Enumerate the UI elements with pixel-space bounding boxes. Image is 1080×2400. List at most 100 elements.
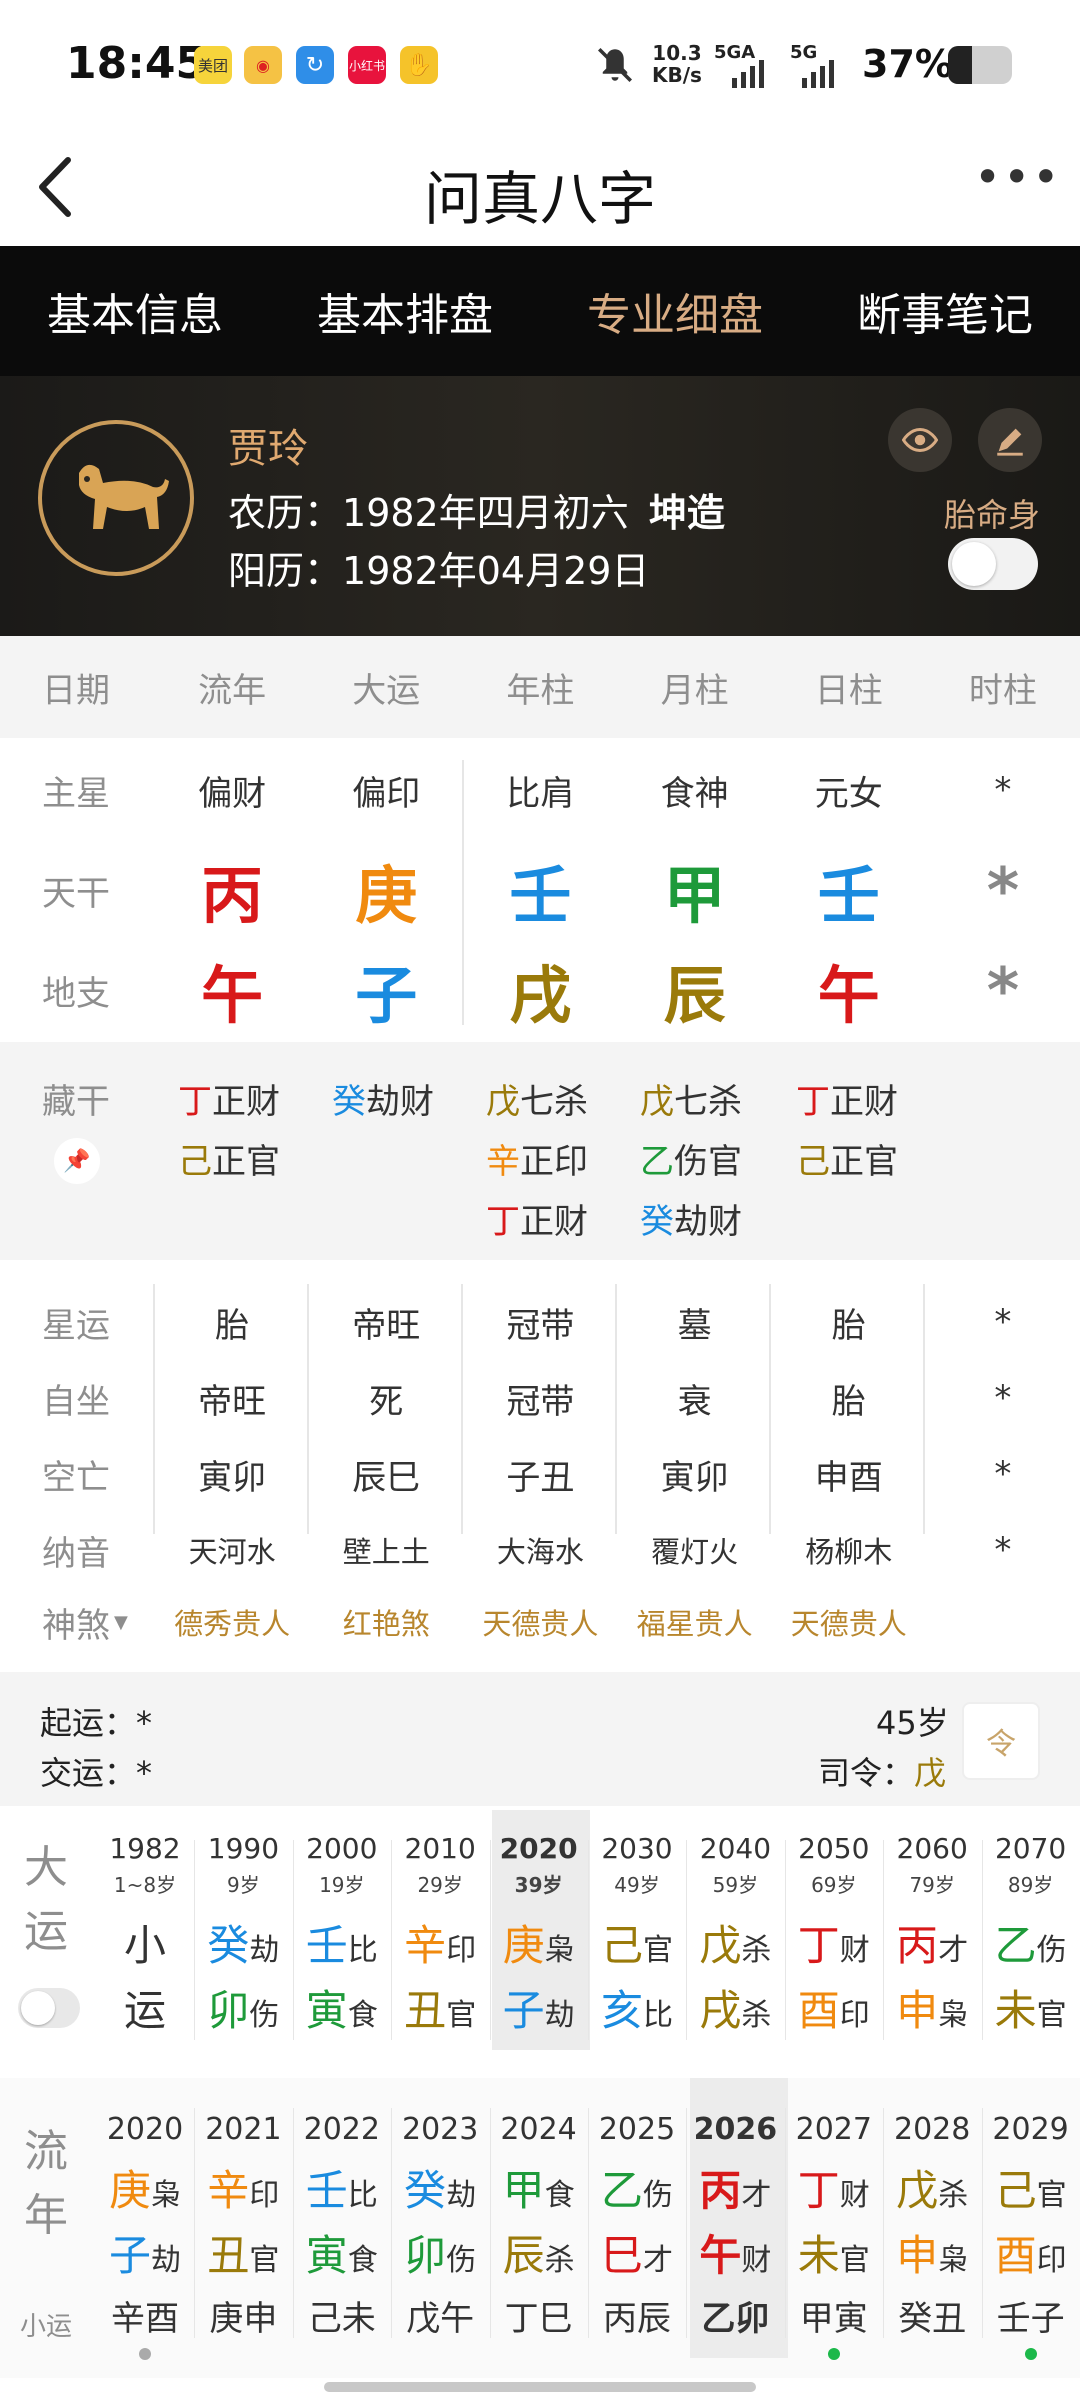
- more-menu-icon[interactable]: •••: [974, 150, 1061, 204]
- xiaoyun-value: 甲寅: [799, 2299, 868, 2339]
- clock: 18:45: [66, 38, 207, 89]
- liunian-zhi: 辰杀: [502, 2231, 575, 2280]
- shensha-item[interactable]: 天德贵人: [772, 1582, 926, 1662]
- dayun-year: 1982: [109, 1832, 181, 1865]
- signal-icon: [802, 60, 834, 88]
- dayun-year: 2000: [306, 1832, 378, 1865]
- canggan-col: 丁正财 己正官: [796, 1082, 898, 1182]
- profile-card: 贾玲 农历：1982年四月初六 坤造 阳历：1982年04月29日 胎命身: [0, 376, 1080, 636]
- dayun-zhi: 卯伤: [207, 1986, 280, 2035]
- lunar-date-row: 农历：1982年四月初六 坤造: [228, 482, 725, 537]
- tiangan-cell: 庚: [355, 859, 418, 932]
- page-title: 问真八字: [423, 165, 656, 233]
- jiaoyun-value: *: [136, 1754, 153, 1792]
- liunian-gan: 壬比: [305, 2166, 378, 2215]
- xiaoyun-value: 辛酉: [111, 2299, 179, 2339]
- zhuxing-cell: 偏印: [352, 773, 421, 814]
- xiaoyun-value: 乙卯: [701, 2299, 770, 2339]
- liunian-column[interactable]: 2022 壬比 寅食 己未: [293, 2078, 391, 2339]
- dayun-column[interactable]: 2000 19岁 壬比 寅食: [293, 1810, 391, 2050]
- canggan-col: 戊七杀 辛正印 丁正财: [486, 1082, 588, 1242]
- liunian-column[interactable]: 2021 辛印 丑官 庚申: [194, 2078, 292, 2339]
- liunian-column[interactable]: 2026 丙才 午财 乙卯: [686, 2078, 784, 2339]
- row-label: 天干: [42, 873, 110, 914]
- calendar-icon[interactable]: 令: [962, 1702, 1040, 1780]
- network-speed-unit: KB/s: [652, 63, 702, 87]
- canggan-col: 丁正财 己正官: [178, 1082, 280, 1182]
- dizhi-cell: 子: [355, 959, 418, 1032]
- dayun-column[interactable]: 2050 69岁 丁财 酉印: [785, 1810, 883, 2050]
- xiaohongshu-app-icon: 小红书: [348, 46, 386, 84]
- dayun-column[interactable]: 2060 79岁 丙才 申枭: [883, 1810, 981, 2050]
- dayun-year: 2070: [994, 1832, 1067, 1865]
- eye-button[interactable]: [888, 408, 952, 472]
- tab-basic-chart[interactable]: 基本排盘: [270, 279, 540, 343]
- dayun-zhi: 丑官: [404, 1986, 477, 2035]
- tab-pro-chart[interactable]: 专业细盘: [540, 279, 810, 343]
- dayun-year: 2020: [499, 1832, 578, 1865]
- solar-label: 阳历：: [228, 549, 343, 593]
- eye-icon: [902, 427, 938, 453]
- dayun-zhi: 戌杀: [699, 1986, 772, 2035]
- liunian-year: 2022: [303, 2112, 380, 2147]
- xiaoyun-value: 己未: [307, 2299, 376, 2339]
- dayun-column[interactable]: 2020 39岁 庚枭 子劫: [490, 1810, 588, 2050]
- dayun-gan: 小: [123, 1921, 166, 1970]
- tab-notes[interactable]: 断事笔记: [810, 279, 1080, 343]
- liunian-year: 2027: [795, 2112, 872, 2147]
- liunian-column[interactable]: 2028 戊杀 申枭 癸丑: [883, 2078, 981, 2339]
- liunian-column[interactable]: 2029 己官 酉印 壬子: [982, 2078, 1080, 2339]
- battery-percent: 37%: [862, 42, 953, 86]
- col-dayun: 大运: [352, 670, 421, 711]
- xiaoyun-value: 癸丑: [898, 2299, 967, 2339]
- qiyun-value: *: [136, 1704, 153, 1742]
- shensha-item[interactable]: 红艳煞: [309, 1582, 463, 1662]
- zhuxing-row: 主星 偏财 偏印 比肩 食神 元女 *: [0, 740, 1080, 840]
- dayun-column[interactable]: 1982 1~8岁小运: [96, 1810, 194, 2050]
- dayun-zhi: 运: [123, 1986, 166, 2035]
- home-indicator[interactable]: [324, 2382, 756, 2392]
- liunian-year: 2025: [598, 2112, 676, 2147]
- dayun-age: 69岁: [811, 1873, 857, 1897]
- liunian-gan: 丁财: [797, 2166, 870, 2215]
- dayun-column[interactable]: 2070 89岁 乙伤 未官: [982, 1810, 1080, 2050]
- dizhi-cell: 辰: [663, 959, 726, 1032]
- liunian-year: 2026: [693, 2112, 778, 2147]
- col-month-pillar: 月柱: [660, 670, 729, 711]
- dayun-column[interactable]: 2040 59岁 戊杀 戌杀: [686, 1810, 784, 2050]
- liunian-column[interactable]: 2020 庚枭 子劫 辛酉: [96, 2078, 194, 2339]
- dayun-zhi: 申枭: [896, 1986, 969, 2035]
- liunian-column[interactable]: 2025 乙伤 巳才 丙辰: [588, 2078, 686, 2339]
- dayun-column[interactable]: 2030 49岁 己官 亥比: [588, 1810, 686, 2050]
- tab-basic-info[interactable]: 基本信息: [0, 279, 270, 343]
- dayun-year: 2060: [896, 1832, 968, 1865]
- shensha-item[interactable]: 福星贵人: [618, 1582, 772, 1662]
- shensha-dropdown[interactable]: 神煞 ▼: [0, 1582, 155, 1662]
- dayun-zhi: 未官: [994, 1986, 1067, 2035]
- dayun-column[interactable]: 2010 29岁 辛印 丑官: [391, 1810, 489, 2050]
- liunian-column[interactable]: 2027 丁财 未官 甲寅: [785, 2078, 883, 2339]
- liunian-year: 2023: [402, 2112, 479, 2147]
- tiangan-cell: *: [986, 853, 1020, 927]
- edit-button[interactable]: [978, 408, 1042, 472]
- xingyun-row: 星运 胎帝旺 冠带墓胎 *: [42, 1302, 1012, 1346]
- taimingshen-label: 胎命身: [944, 496, 1041, 534]
- zodiac-dog-avatar: [38, 420, 194, 576]
- lunar-label: 农历：: [228, 491, 343, 535]
- liunian-column[interactable]: 2024 甲食 辰杀 丁巳: [490, 2078, 588, 2339]
- shensha-item[interactable]: 德秀贵人: [155, 1582, 309, 1662]
- row-label: 地支: [42, 973, 110, 1014]
- xiaoyun-value: 戊午: [406, 2299, 475, 2339]
- col-year-pillar: 年柱: [506, 670, 575, 711]
- pin-icon[interactable]: 📌: [54, 1138, 100, 1184]
- dayun-toggle[interactable]: [18, 1988, 80, 2028]
- dayun-year: 2050: [798, 1832, 870, 1865]
- dayun-column[interactable]: 1990 9岁 癸劫 卯伤: [194, 1810, 292, 2050]
- tab-bar: 基本信息 基本排盘 专业细盘 断事笔记: [0, 246, 1080, 376]
- shensha-item[interactable]: 天德贵人: [463, 1582, 617, 1662]
- liunian-column[interactable]: 2023 癸劫 卯伤 戊午: [391, 2078, 489, 2339]
- taimingshen-toggle[interactable]: [948, 538, 1038, 590]
- weibo-app-icon: ◉: [244, 46, 282, 84]
- liunian-zhi: 巳才: [600, 2231, 673, 2280]
- dayun-gan: 壬比: [305, 1921, 378, 1970]
